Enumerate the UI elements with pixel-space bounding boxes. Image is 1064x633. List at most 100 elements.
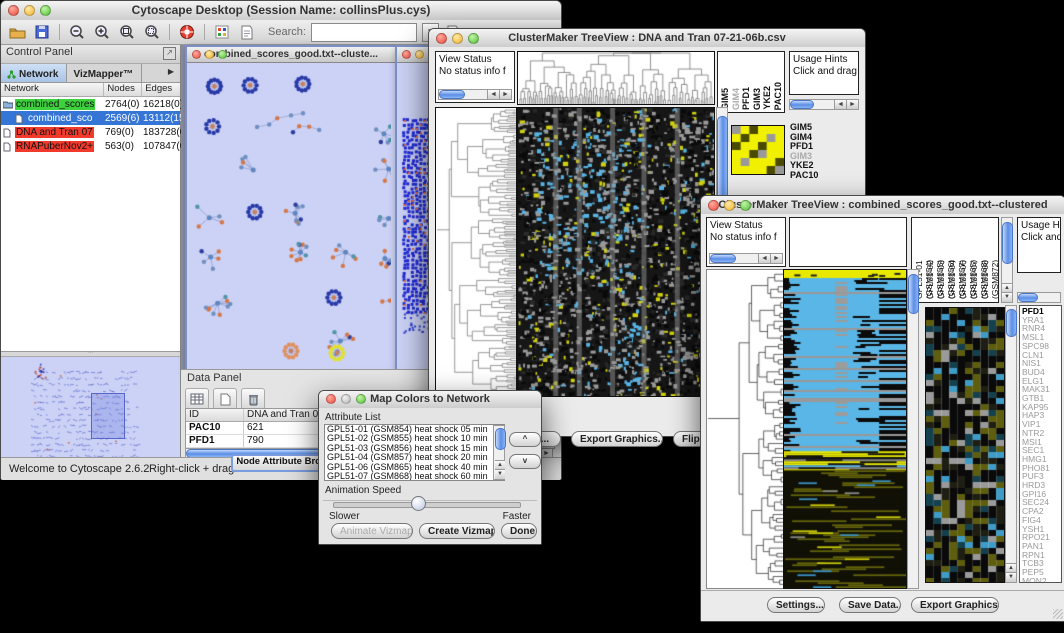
settings-button[interactable]: Settings... [767, 597, 825, 613]
scroll-left-arrow[interactable]: ◄ [758, 254, 770, 263]
genelist-vscrollbar[interactable]: ▲ ▼ [1005, 305, 1017, 583]
zoom-heatmap[interactable] [925, 307, 1005, 583]
float-panel-icon[interactable]: ↗ [163, 47, 176, 60]
attribute-table-icon[interactable] [185, 388, 209, 410]
minimize-button[interactable] [415, 50, 424, 59]
column-label[interactable]: GIM4 [731, 88, 742, 110]
network-row[interactable]: combined_sco2569(6)13112(15) [1, 111, 180, 125]
view-status-hscrollbar[interactable]: ◄► [438, 89, 512, 100]
row-dendrogram[interactable] [435, 107, 517, 397]
export-graphics-button[interactable]: Export Graphics... [911, 597, 999, 613]
overview-viewport-rect[interactable] [91, 393, 125, 439]
scroll-track[interactable] [814, 100, 834, 109]
close-button[interactable] [436, 33, 447, 44]
col-network[interactable]: Network [1, 83, 104, 96]
tab-network[interactable]: Network [1, 64, 67, 82]
close-button[interactable] [192, 50, 201, 59]
column-label[interactable]: PAC10 [773, 82, 784, 110]
export-graphics-button[interactable]: Export Graphics... [571, 431, 663, 447]
column-dendrogram-empty[interactable] [789, 217, 907, 267]
main-heatmap[interactable] [517, 107, 715, 397]
zoom-button[interactable] [468, 33, 479, 44]
scroll-thumb[interactable] [1006, 309, 1017, 337]
submatrix-heatmap[interactable] [731, 125, 785, 175]
column-label[interactable]: PFD1 [741, 87, 752, 110]
network1-titlebar[interactable]: combined_scores_good.txt--cluste... [187, 47, 395, 63]
move-down-button[interactable]: v [509, 454, 541, 469]
scroll-right-arrow[interactable]: ► [846, 100, 858, 109]
column-label[interactable]: GPL51-02 (GSM855) [925, 219, 936, 299]
tab-vizmapper[interactable]: VizMapper™ [67, 64, 142, 82]
close-button[interactable] [708, 200, 719, 211]
scroll-thumb[interactable] [439, 90, 465, 99]
minimize-button[interactable] [724, 200, 735, 211]
scroll-thumb[interactable] [495, 428, 506, 450]
column-label[interactable]: GPL51-06 (GSM865) [958, 219, 969, 299]
main-heatmap[interactable] [783, 269, 907, 589]
column-label[interactable]: GPL51-04 (GSM857) [947, 219, 958, 299]
col-edges[interactable]: Edges [142, 83, 180, 96]
scroll-right-arrow[interactable]: ► [499, 90, 511, 99]
close-button[interactable] [326, 394, 336, 404]
minimize-button[interactable] [24, 5, 35, 16]
zoom-button[interactable] [740, 200, 751, 211]
scroll-right-arrow[interactable]: ► [770, 254, 782, 263]
save-session-icon[interactable] [32, 23, 52, 42]
scroll-thumb[interactable] [1018, 293, 1038, 302]
network-row[interactable]: DNA and Tran 07769(0)183728(0) [1, 125, 180, 139]
usage-hints-hscrollbar[interactable]: ◄► [789, 99, 859, 110]
zoom-button[interactable] [356, 394, 366, 404]
view-status-hscrollbar[interactable]: ◄► [709, 253, 783, 264]
scroll-down-arrow[interactable]: ▼ [495, 469, 505, 479]
column-dendrogram[interactable] [517, 51, 715, 105]
scroll-left-arrow[interactable]: ◄ [487, 90, 499, 99]
scroll-thumb[interactable] [710, 254, 736, 263]
zoom-in-icon[interactable] [92, 23, 112, 42]
column-label[interactable]: GPL51-08 (GSM872) [980, 219, 991, 299]
search-input[interactable] [311, 23, 417, 42]
usage-hints-hscrollbar[interactable] [1017, 292, 1061, 303]
column-label[interactable]: GPL51-07 (GSM868) [969, 219, 980, 299]
zoom-fit-icon[interactable] [117, 23, 137, 42]
treeview1-titlebar[interactable]: ClusterMaker TreeView : DNA and Tran 07-… [429, 29, 865, 48]
zoom-button[interactable] [218, 50, 227, 59]
scroll-down-arrow[interactable]: ▼ [1002, 292, 1012, 302]
network-row[interactable]: RNAPuberNov2+563(0)107847(0) [1, 139, 180, 153]
vizmapper-icon[interactable] [212, 23, 232, 42]
row-dendrogram[interactable] [706, 269, 784, 589]
gene-name[interactable]: MON2 [1022, 577, 1061, 583]
column-label[interactable]: YKE2 [762, 86, 773, 110]
main-titlebar[interactable]: Cytoscape Desktop (Session Name: collins… [1, 1, 561, 21]
treeview2-titlebar[interactable]: ClusterMaker TreeView : combined_scores_… [701, 196, 1064, 215]
resize-grip[interactable] [1053, 609, 1063, 619]
col-nodes[interactable]: Nodes [104, 83, 142, 96]
birdseye-overview[interactable] [1, 357, 180, 464]
close-button[interactable] [402, 50, 411, 59]
dialog-titlebar[interactable]: Map Colors to Network [319, 391, 541, 409]
id-column-header[interactable]: ID [186, 409, 244, 421]
create-vizmap-button[interactable]: Create Vizmap [419, 523, 495, 539]
submatrix-label[interactable]: PAC10 [790, 171, 818, 181]
minimize-button[interactable] [341, 394, 351, 404]
minimize-button[interactable] [452, 33, 463, 44]
network-row[interactable]: combined_scores2764(0)16218(0) [1, 97, 180, 111]
column-label[interactable]: GPL51-03 (GSM856) [936, 219, 947, 299]
scroll-down-arrow[interactable]: ▼ [1006, 572, 1016, 582]
scroll-thumb[interactable] [1002, 222, 1013, 264]
network1-canvas[interactable] [187, 63, 391, 368]
close-button[interactable] [8, 5, 19, 16]
annotation-icon[interactable] [237, 23, 257, 42]
speed-slider-track[interactable] [333, 502, 521, 508]
heatmap-vscrollbar[interactable] [907, 269, 919, 589]
open-file-icon[interactable] [7, 23, 27, 42]
minimize-button[interactable] [205, 50, 214, 59]
attribute-list-vscrollbar[interactable]: ▲ ▼ [493, 425, 505, 480]
zoom-selected-icon[interactable] [142, 23, 162, 42]
help-lifering-icon[interactable] [177, 23, 197, 42]
save-data-button[interactable]: Save Data... [839, 597, 901, 613]
delete-attribute-icon[interactable] [241, 388, 265, 410]
new-attribute-icon[interactable] [213, 388, 237, 410]
attribute-list-item[interactable]: GPL51-07 (GSM868) heat shock 60 min [325, 472, 504, 481]
done-button[interactable]: Done [501, 523, 537, 539]
column-labels-vscrollbar[interactable]: ▲ ▼ [1001, 217, 1013, 303]
